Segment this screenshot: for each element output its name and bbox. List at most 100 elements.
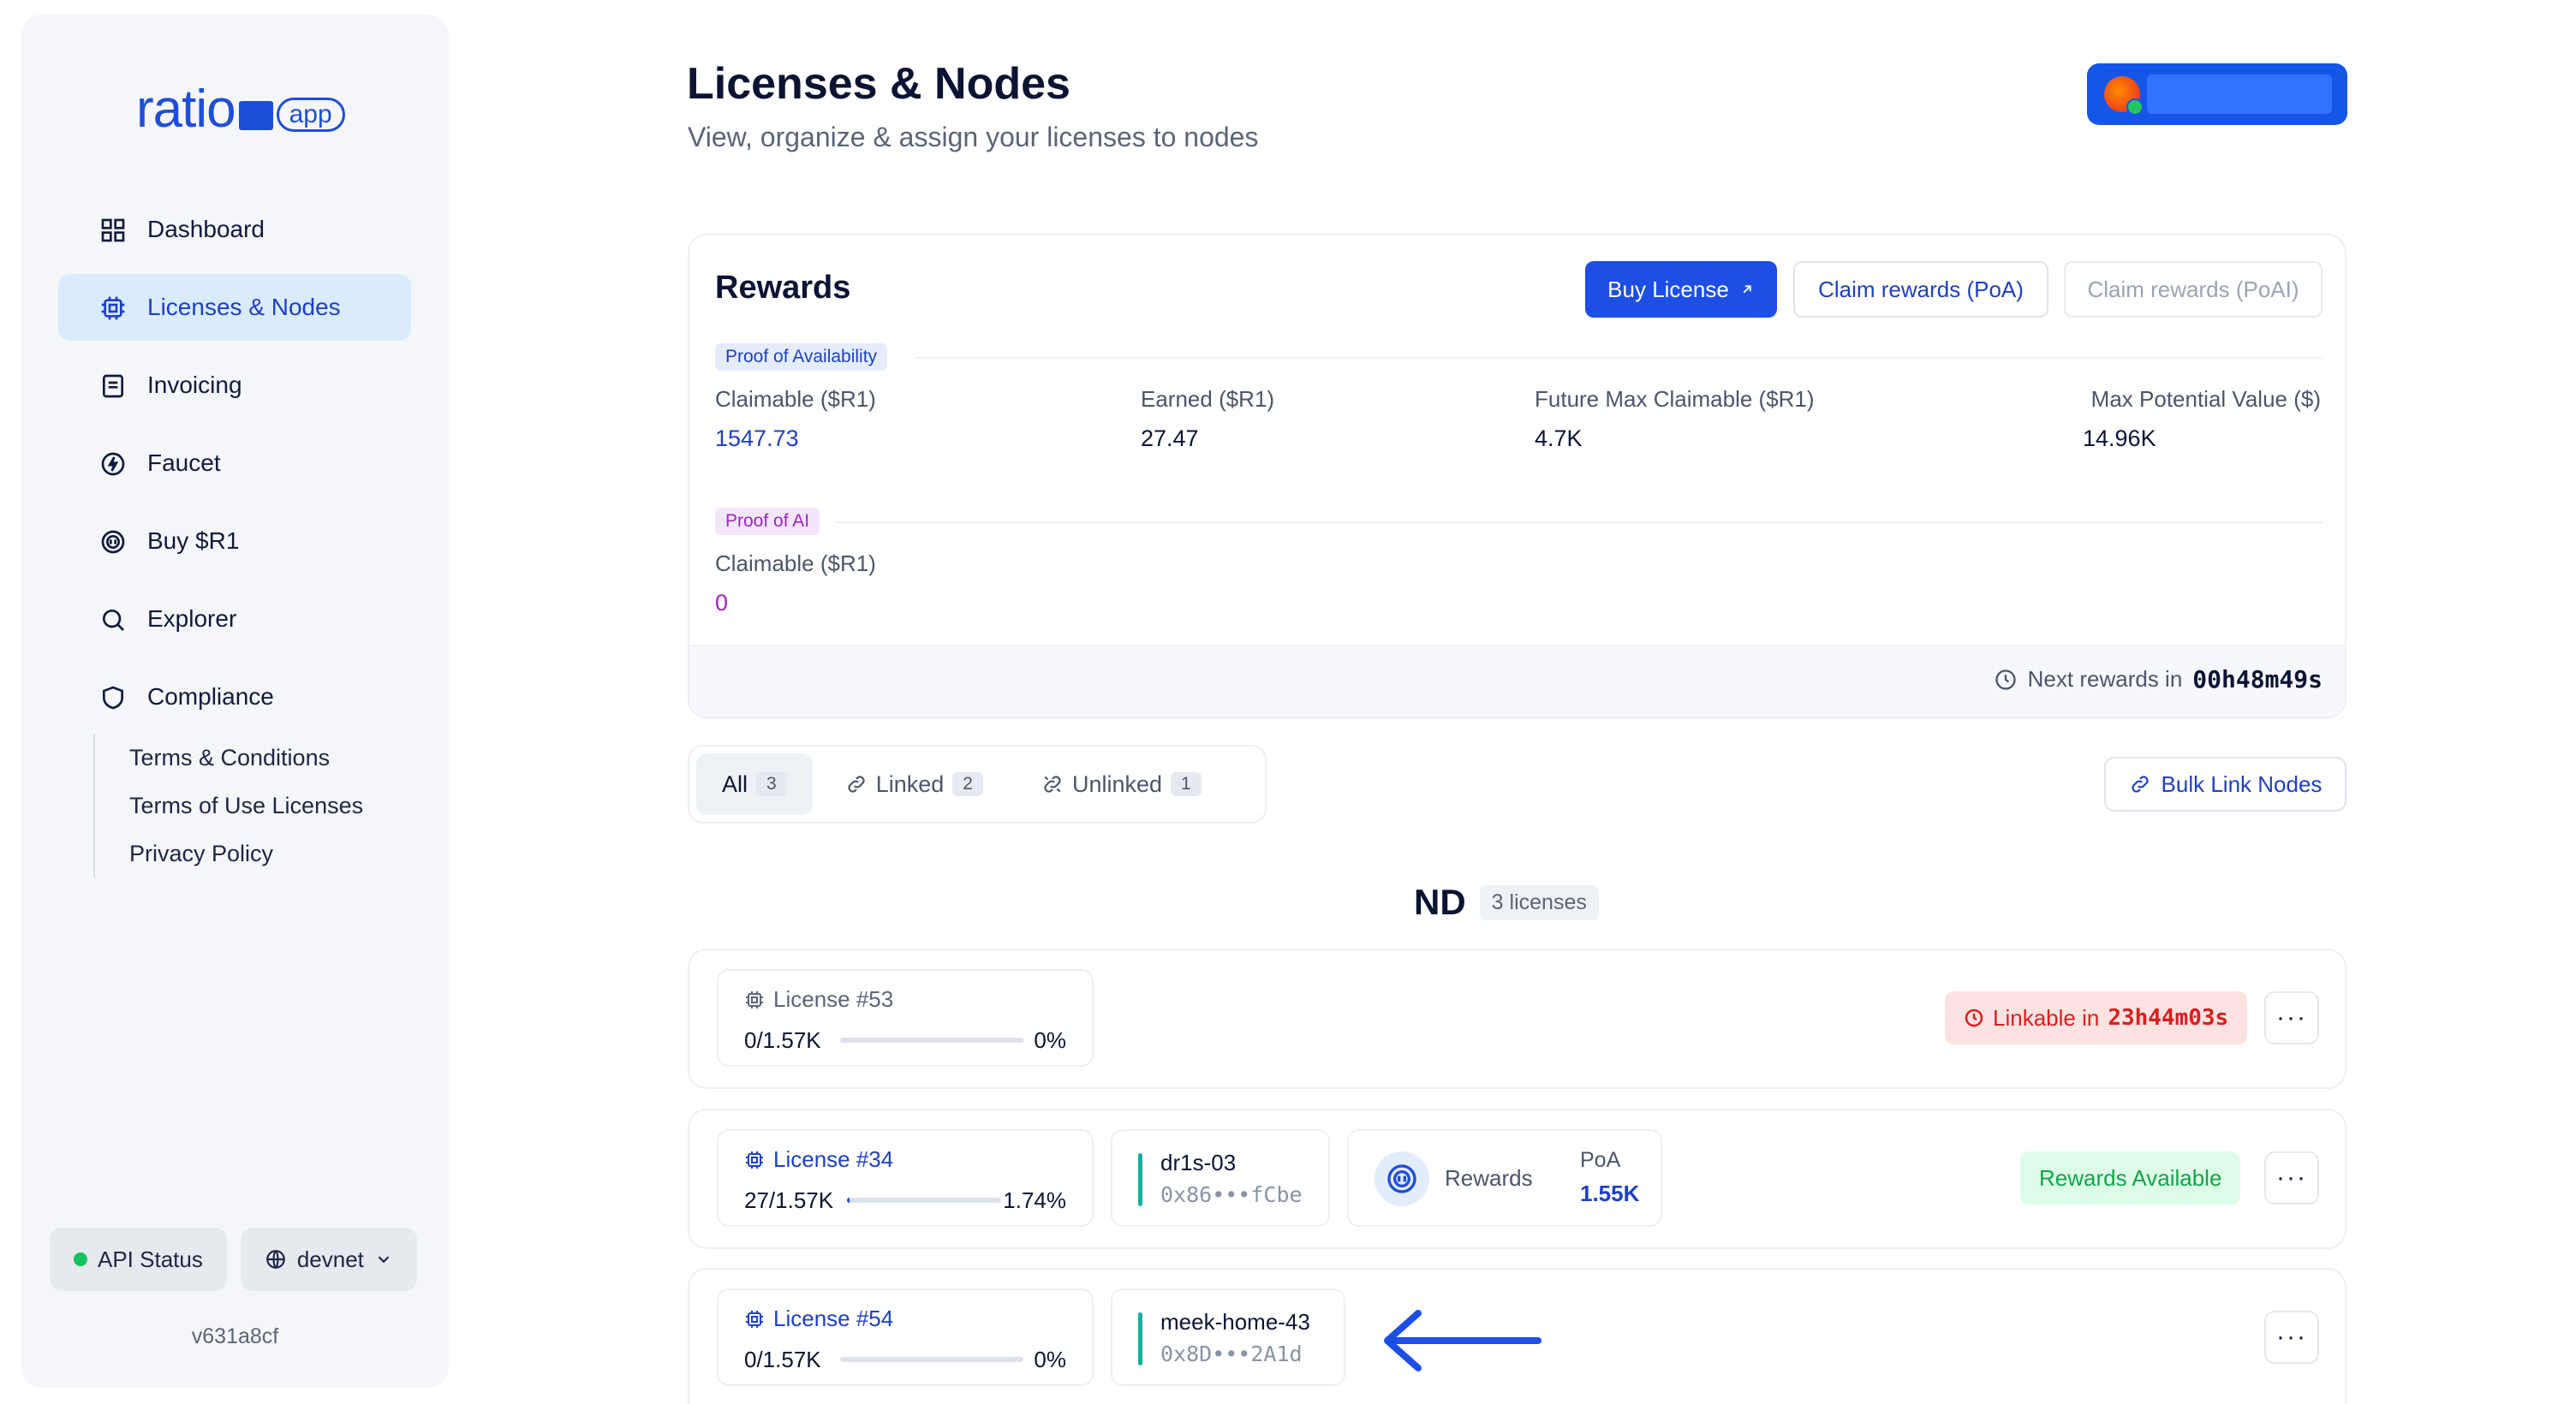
- group-name: ND: [1414, 882, 1466, 922]
- shield-icon: [103, 686, 123, 710]
- sidebar-item-label: Compliance: [147, 683, 274, 710]
- license-name-label: License #54: [773, 1306, 894, 1331]
- api-status-button[interactable]: API Status: [50, 1228, 227, 1291]
- bolt-icon: [101, 452, 125, 476]
- license-progress-fill: [847, 1198, 850, 1203]
- linkable-label: Linkable in: [1993, 1004, 2100, 1031]
- node-card[interactable]: meek-home-43 0x8D•••2A1d: [1111, 1288, 1345, 1386]
- claim-poa-label: Claim rewards (PoA): [1818, 276, 2024, 302]
- node-status-bar: [1138, 1153, 1142, 1206]
- more-options-button[interactable]: ···: [2264, 1311, 2319, 1364]
- poai-claimable-label: Claimable ($R1): [715, 550, 876, 576]
- max-potential-value-value: 14.96K: [2083, 425, 2156, 451]
- poai-tag: Proof of AI: [715, 508, 820, 535]
- avatar: [2104, 76, 2144, 116]
- sidebar-item-label: Licenses & Nodes: [147, 294, 341, 320]
- sidebar-item-invoicing[interactable]: Invoicing: [58, 352, 411, 419]
- rewards-coin-icon: [1374, 1151, 1429, 1206]
- license-card[interactable]: License #54 0/1.57K 0%: [717, 1288, 1094, 1386]
- terms-of-use-licenses-link[interactable]: Terms of Use Licenses: [129, 782, 363, 830]
- node-card[interactable]: dr1s-03 0x86•••fCbe: [1111, 1129, 1330, 1227]
- buy-license-label: Buy License: [1607, 276, 1729, 302]
- status-dot-icon: [74, 1252, 87, 1266]
- rewards-card: Rewards Buy License Claim rewards (PoA) …: [688, 234, 2346, 718]
- sidebar-item-explorer[interactable]: Explorer: [58, 586, 411, 652]
- tab-label: Unlinked: [1071, 770, 1163, 797]
- max-potential-value-label: Max Potential Value ($): [2090, 386, 2321, 412]
- sidebar-item-compliance[interactable]: Compliance: [58, 663, 411, 730]
- tab-count: 3: [756, 772, 787, 796]
- more-options-button[interactable]: ···: [2264, 991, 2319, 1044]
- sidebar-item-faucet[interactable]: Faucet: [58, 430, 411, 497]
- license-percent: 0%: [1034, 1027, 1066, 1053]
- bulk-link-nodes-button[interactable]: Bulk Link Nodes: [2104, 757, 2346, 812]
- license-group-header: ND 3 licenses: [1414, 882, 1599, 923]
- poa-earned-label: Earned ($R1): [1141, 386, 1275, 412]
- node-name: dr1s-03: [1160, 1150, 1237, 1175]
- network-select[interactable]: devnet: [240, 1228, 417, 1291]
- privacy-policy-link[interactable]: Privacy Policy: [129, 830, 363, 878]
- network-label: devnet: [296, 1246, 364, 1272]
- license-card[interactable]: License #34 27/1.57K 1.74%: [717, 1129, 1094, 1227]
- sidebar-item-dashboard[interactable]: Dashboard: [58, 196, 411, 263]
- poai-claimable-value: 0: [715, 590, 729, 616]
- license-percent: 0%: [1034, 1347, 1066, 1372]
- license-progress: [840, 1038, 1023, 1043]
- linkable-countdown-badge: Linkable in 23h44m03s: [1945, 991, 2248, 1044]
- next-rewards-countdown: 00h48m49s: [2192, 665, 2323, 693]
- license-row: License #53 0/1.57K 0% Linkable in 23h44…: [688, 949, 2346, 1089]
- chevron-down-icon: [378, 1256, 390, 1264]
- logo-word: ratio: [136, 80, 236, 139]
- sidebar-item-label: Invoicing: [147, 372, 242, 398]
- sidebar-item-label: Explorer: [147, 605, 237, 632]
- sidebar-item-licenses-nodes[interactable]: Licenses & Nodes: [58, 274, 411, 341]
- bulk-link-label: Bulk Link Nodes: [2161, 770, 2323, 797]
- more-options-button[interactable]: ···: [2264, 1151, 2319, 1205]
- clock-icon: [1965, 1008, 1983, 1027]
- license-usage: 27/1.57K: [744, 1187, 834, 1213]
- rewards-label: Rewards: [1445, 1165, 1533, 1191]
- api-status-label: API Status: [98, 1246, 203, 1272]
- poa-label: PoA: [1580, 1148, 1621, 1172]
- terms-conditions-link[interactable]: Terms & Conditions: [129, 734, 363, 782]
- tab-linked[interactable]: Linked 2: [820, 753, 1009, 815]
- tab-count: 1: [1171, 772, 1202, 796]
- wallet-address-redacted: [2147, 74, 2332, 114]
- logo[interactable]: ratio app: [136, 83, 345, 136]
- buy-license-button[interactable]: Buy License: [1585, 261, 1777, 318]
- license-name[interactable]: License #54: [744, 1306, 893, 1332]
- link-icon: [2131, 776, 2149, 793]
- sidebar-item-label: Faucet: [147, 449, 221, 476]
- future-max-claimable-label: Future Max Claimable ($R1): [1535, 386, 1815, 412]
- rewards-available-badge: Rewards Available: [2020, 1151, 2241, 1205]
- divider: [835, 521, 2323, 523]
- sidebar-item-label: Dashboard: [147, 216, 265, 242]
- sidebar-item-buy-r1[interactable]: Buy $R1: [58, 508, 411, 574]
- license-percent: 1.74%: [1003, 1187, 1066, 1213]
- sidebar-nav: Dashboard Licenses & Nodes Invoicing Fau…: [58, 196, 411, 741]
- license-usage: 0/1.57K: [744, 1027, 821, 1053]
- rewards-footer: Next rewards in 00h48m49s: [689, 645, 2345, 717]
- tab-all[interactable]: All 3: [696, 753, 813, 815]
- chip-icon: [746, 991, 763, 1008]
- sidebar-footer: API Status devnet: [50, 1228, 417, 1291]
- license-card[interactable]: License #53 0/1.57K 0%: [717, 969, 1094, 1067]
- wallet-button[interactable]: [2087, 63, 2347, 125]
- poa-earned-value: 27.47: [1141, 425, 1199, 451]
- dashboard-icon: [101, 218, 125, 242]
- claim-poai-button[interactable]: Claim rewards (PoAI): [2064, 261, 2323, 318]
- logo-mark: [238, 101, 273, 130]
- external-link-icon: [1743, 285, 1751, 294]
- claim-poa-button[interactable]: Claim rewards (PoA): [1793, 261, 2048, 318]
- annotation-arrow-icon: [1384, 1310, 1541, 1371]
- license-name[interactable]: License #34: [744, 1146, 893, 1173]
- node-status-bar: [1138, 1312, 1142, 1365]
- sidebar: ratio app Dashboard Licenses & Nodes Inv…: [21, 15, 449, 1388]
- divider: [914, 357, 2323, 359]
- tab-unlinked[interactable]: Unlinked 1: [1016, 753, 1227, 815]
- document-icon: [103, 374, 123, 398]
- next-rewards: Next rewards in 00h48m49s: [1994, 665, 2323, 693]
- unlink-icon: [1044, 776, 1061, 793]
- tab-count: 2: [952, 772, 983, 796]
- sidebar-item-label: Buy $R1: [147, 527, 240, 554]
